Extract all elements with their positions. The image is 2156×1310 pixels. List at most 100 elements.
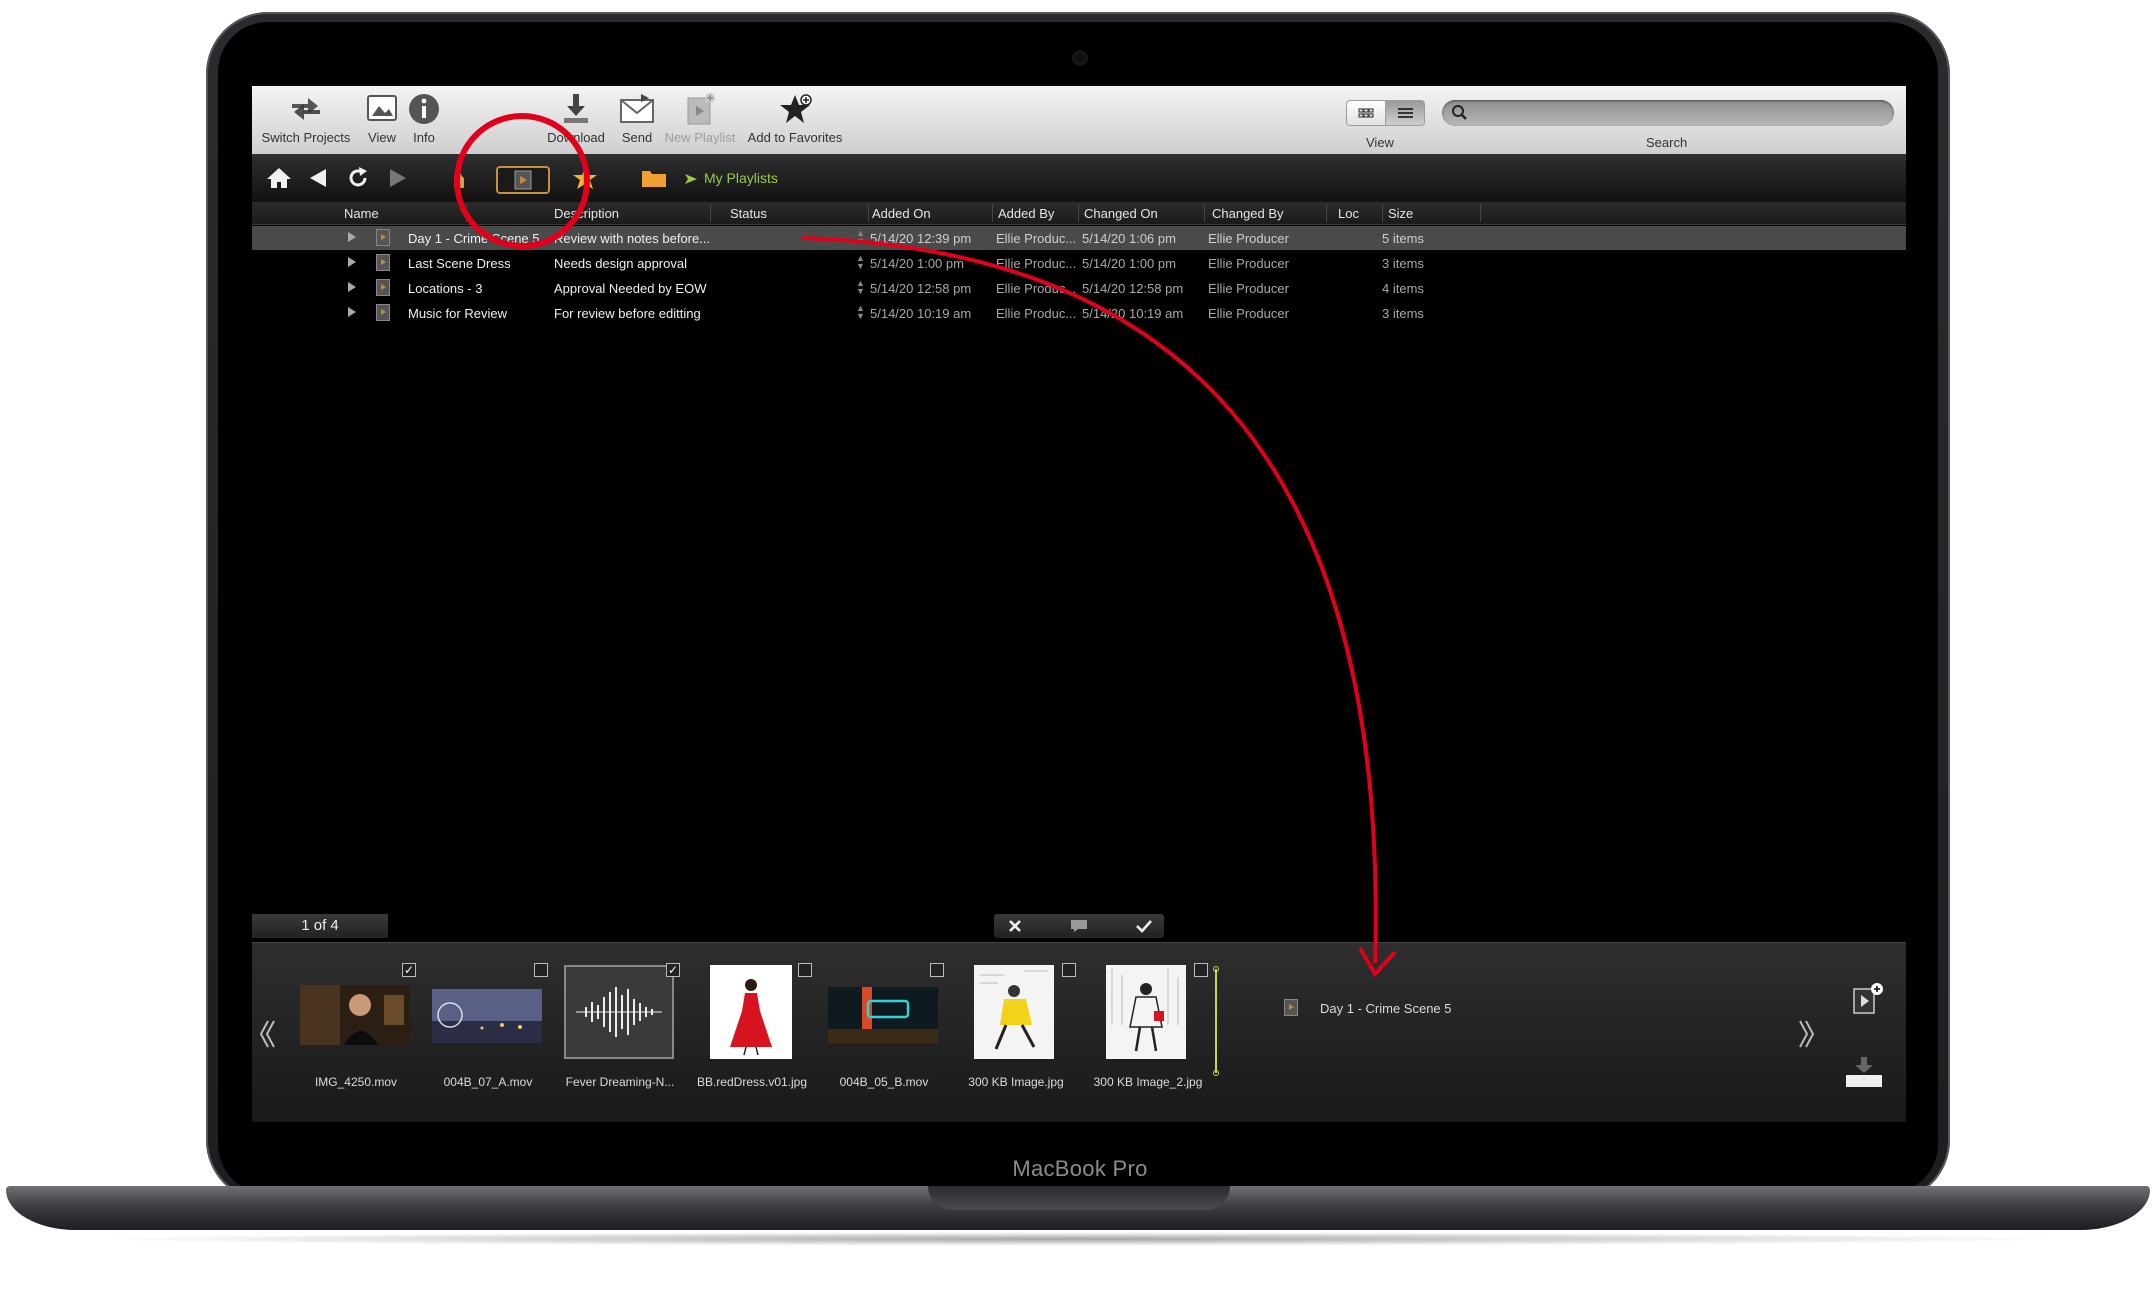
forward-arrow-icon[interactable] bbox=[386, 166, 410, 190]
tray-item-checkbox[interactable] bbox=[534, 963, 548, 977]
search-input[interactable] bbox=[1442, 100, 1894, 126]
disclosure-triangle-icon[interactable] bbox=[348, 307, 356, 317]
switch-projects-button[interactable]: Switch Projects bbox=[260, 92, 352, 145]
comment-icon[interactable] bbox=[1070, 919, 1088, 933]
tray-previous-icon[interactable] bbox=[258, 1019, 276, 1049]
tray-item[interactable]: 004B_07_A.mov bbox=[428, 963, 548, 1089]
tray-item[interactable]: 004B_05_B.mov bbox=[824, 963, 944, 1089]
column-header-added-on[interactable]: Added On bbox=[872, 206, 931, 221]
playlist-icon bbox=[376, 229, 390, 246]
home-icon[interactable] bbox=[266, 166, 292, 190]
column-header-description[interactable]: Description bbox=[554, 206, 619, 221]
row-added-on: 5/14/20 12:58 pm bbox=[870, 281, 972, 296]
send-envelope-icon bbox=[620, 94, 654, 123]
column-header-changed-on[interactable]: Changed On bbox=[1084, 206, 1158, 221]
sort-stepper-icon: ▲ ▼ bbox=[856, 278, 865, 296]
grid-view-button[interactable] bbox=[1346, 100, 1386, 126]
view-mode-toggle bbox=[1346, 100, 1426, 126]
tray-item-checkbox[interactable] bbox=[1194, 963, 1208, 977]
tray-item-checkbox[interactable] bbox=[930, 963, 944, 977]
tray-item-checkbox[interactable]: ✓ bbox=[666, 963, 680, 977]
table-row[interactable]: Last Scene Dress Needs design approval ▲… bbox=[252, 251, 1906, 275]
add-to-playlist-icon[interactable] bbox=[1850, 981, 1884, 1015]
hand-icon[interactable] bbox=[446, 166, 470, 190]
download-button[interactable]: Download bbox=[542, 92, 610, 145]
row-size: 5 items bbox=[1382, 231, 1424, 246]
laptop-shadow bbox=[80, 1232, 2076, 1246]
tray-next-icon[interactable] bbox=[1798, 1019, 1816, 1049]
target-playlist-label[interactable]: Day 1 - Crime Scene 5 bbox=[1320, 1001, 1452, 1016]
disclosure-triangle-icon[interactable] bbox=[348, 257, 356, 267]
disclosure-triangle-icon[interactable] bbox=[348, 282, 356, 292]
info-button[interactable]: Info bbox=[402, 92, 446, 145]
column-header-status[interactable]: Status bbox=[730, 206, 767, 221]
tray-item-checkbox[interactable] bbox=[1062, 963, 1076, 977]
row-changed-on: 5/14/20 12:58 pm bbox=[1082, 281, 1184, 296]
sort-stepper-icon: ▲ ▼ bbox=[856, 228, 865, 246]
column-header-name[interactable]: Name bbox=[344, 206, 379, 221]
tray-item[interactable]: 300 KB Image_2.jpg bbox=[1088, 963, 1208, 1089]
tray-item-checkbox[interactable]: ✓ bbox=[402, 963, 416, 977]
row-description: Approval Needed by EOW bbox=[554, 281, 707, 296]
folder-icon[interactable] bbox=[640, 166, 668, 190]
playlist-icon bbox=[514, 170, 532, 190]
tray-item[interactable]: ✓ IMG_4250.mov bbox=[296, 963, 416, 1089]
camera-icon bbox=[1074, 52, 1086, 64]
send-button[interactable]: Send bbox=[612, 92, 662, 145]
disclosure-triangle-icon[interactable] bbox=[348, 232, 356, 242]
row-changed-on: 5/14/20 1:06 pm bbox=[1082, 231, 1176, 246]
row-added-by: Ellie Produc... bbox=[996, 256, 1077, 271]
column-header-changed-by[interactable]: Changed By bbox=[1212, 206, 1284, 221]
row-added-on: 5/14/20 1:00 pm bbox=[870, 256, 964, 271]
playlists-button[interactable] bbox=[496, 166, 550, 194]
column-header-size[interactable]: Size bbox=[1388, 206, 1413, 221]
clip-tray: ✓ IMG_4250.mov 004B_07_A.mov ✓ Fever Dre… bbox=[252, 942, 1906, 1122]
laptop-notch bbox=[928, 1186, 1230, 1210]
thumbnail-image bbox=[1106, 965, 1186, 1059]
navigation-bar: My Playlists bbox=[252, 154, 1906, 202]
favorites-star-icon[interactable] bbox=[572, 166, 598, 190]
table-row[interactable]: Day 1 - Crime Scene 5 Review with notes … bbox=[252, 226, 1906, 250]
column-header-added-by[interactable]: Added By bbox=[998, 206, 1054, 221]
download-icon bbox=[564, 94, 588, 123]
column-header-loc[interactable]: Loc bbox=[1338, 206, 1359, 221]
app-window: Switch Projects View Info Download Send … bbox=[252, 86, 1906, 1122]
audio-waveform-icon bbox=[564, 965, 674, 1059]
review-action-bar bbox=[994, 914, 1164, 938]
switch-arrows-icon bbox=[292, 98, 320, 120]
page-count: 1 of 4 bbox=[252, 914, 388, 938]
breadcrumb[interactable]: My Playlists bbox=[704, 170, 778, 186]
row-name: Locations - 3 bbox=[408, 281, 483, 296]
playlist-icon bbox=[376, 304, 390, 321]
row-description: For review before editting bbox=[554, 306, 701, 321]
row-name: Last Scene Dress bbox=[408, 256, 511, 271]
add-to-favorites-button[interactable]: Add to Favorites bbox=[742, 92, 848, 145]
tray-download-icon[interactable] bbox=[1844, 1055, 1884, 1091]
row-changed-by: Ellie Producer bbox=[1208, 306, 1289, 321]
table-row[interactable]: Locations - 3 Approval Needed by EOW ▲ ▼ … bbox=[252, 276, 1906, 300]
row-changed-by: Ellie Producer bbox=[1208, 231, 1289, 246]
table-header: Name Description Status Added On Added B… bbox=[252, 202, 1906, 225]
view-button[interactable]: View bbox=[360, 92, 404, 145]
new-playlist-button[interactable]: New Playlist bbox=[660, 92, 740, 145]
thumbnail-image bbox=[974, 965, 1054, 1059]
tray-item-checkbox[interactable] bbox=[798, 963, 812, 977]
approve-check-icon[interactable] bbox=[1136, 919, 1152, 933]
thumbnail-image bbox=[300, 965, 410, 1059]
list-view-button[interactable] bbox=[1385, 100, 1425, 126]
reject-x-icon[interactable] bbox=[1008, 919, 1022, 933]
tray-item[interactable]: ✓ Fever Dreaming-N... bbox=[560, 963, 680, 1089]
row-added-on: 5/14/20 10:19 am bbox=[870, 306, 972, 321]
back-arrow-icon[interactable] bbox=[306, 166, 330, 190]
grid-icon bbox=[1358, 108, 1374, 118]
tray-item[interactable]: 300 KB Image.jpg bbox=[956, 963, 1076, 1089]
sort-stepper-icon: ▲ ▼ bbox=[856, 253, 865, 271]
table-row[interactable]: Music for Review For review before editt… bbox=[252, 301, 1906, 325]
info-icon bbox=[409, 94, 439, 124]
row-name: Music for Review bbox=[408, 306, 507, 321]
tray-item[interactable]: BB.redDress.v01.jpg bbox=[692, 963, 812, 1089]
sort-stepper-icon: ▲ ▼ bbox=[856, 303, 865, 321]
row-added-by: Ellie Produc... bbox=[996, 281, 1077, 296]
refresh-icon[interactable] bbox=[346, 166, 370, 190]
tray-item-label: IMG_4250.mov bbox=[314, 1075, 398, 1089]
